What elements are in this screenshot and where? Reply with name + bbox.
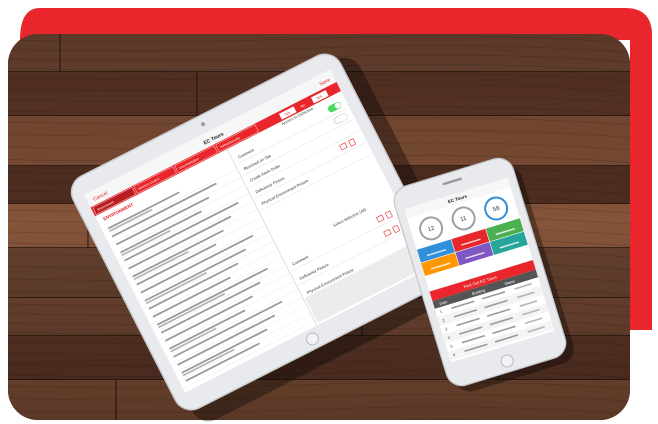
photo-scene: Cancel EC Tours Save EnvironmentInfectio… [8,8,652,422]
